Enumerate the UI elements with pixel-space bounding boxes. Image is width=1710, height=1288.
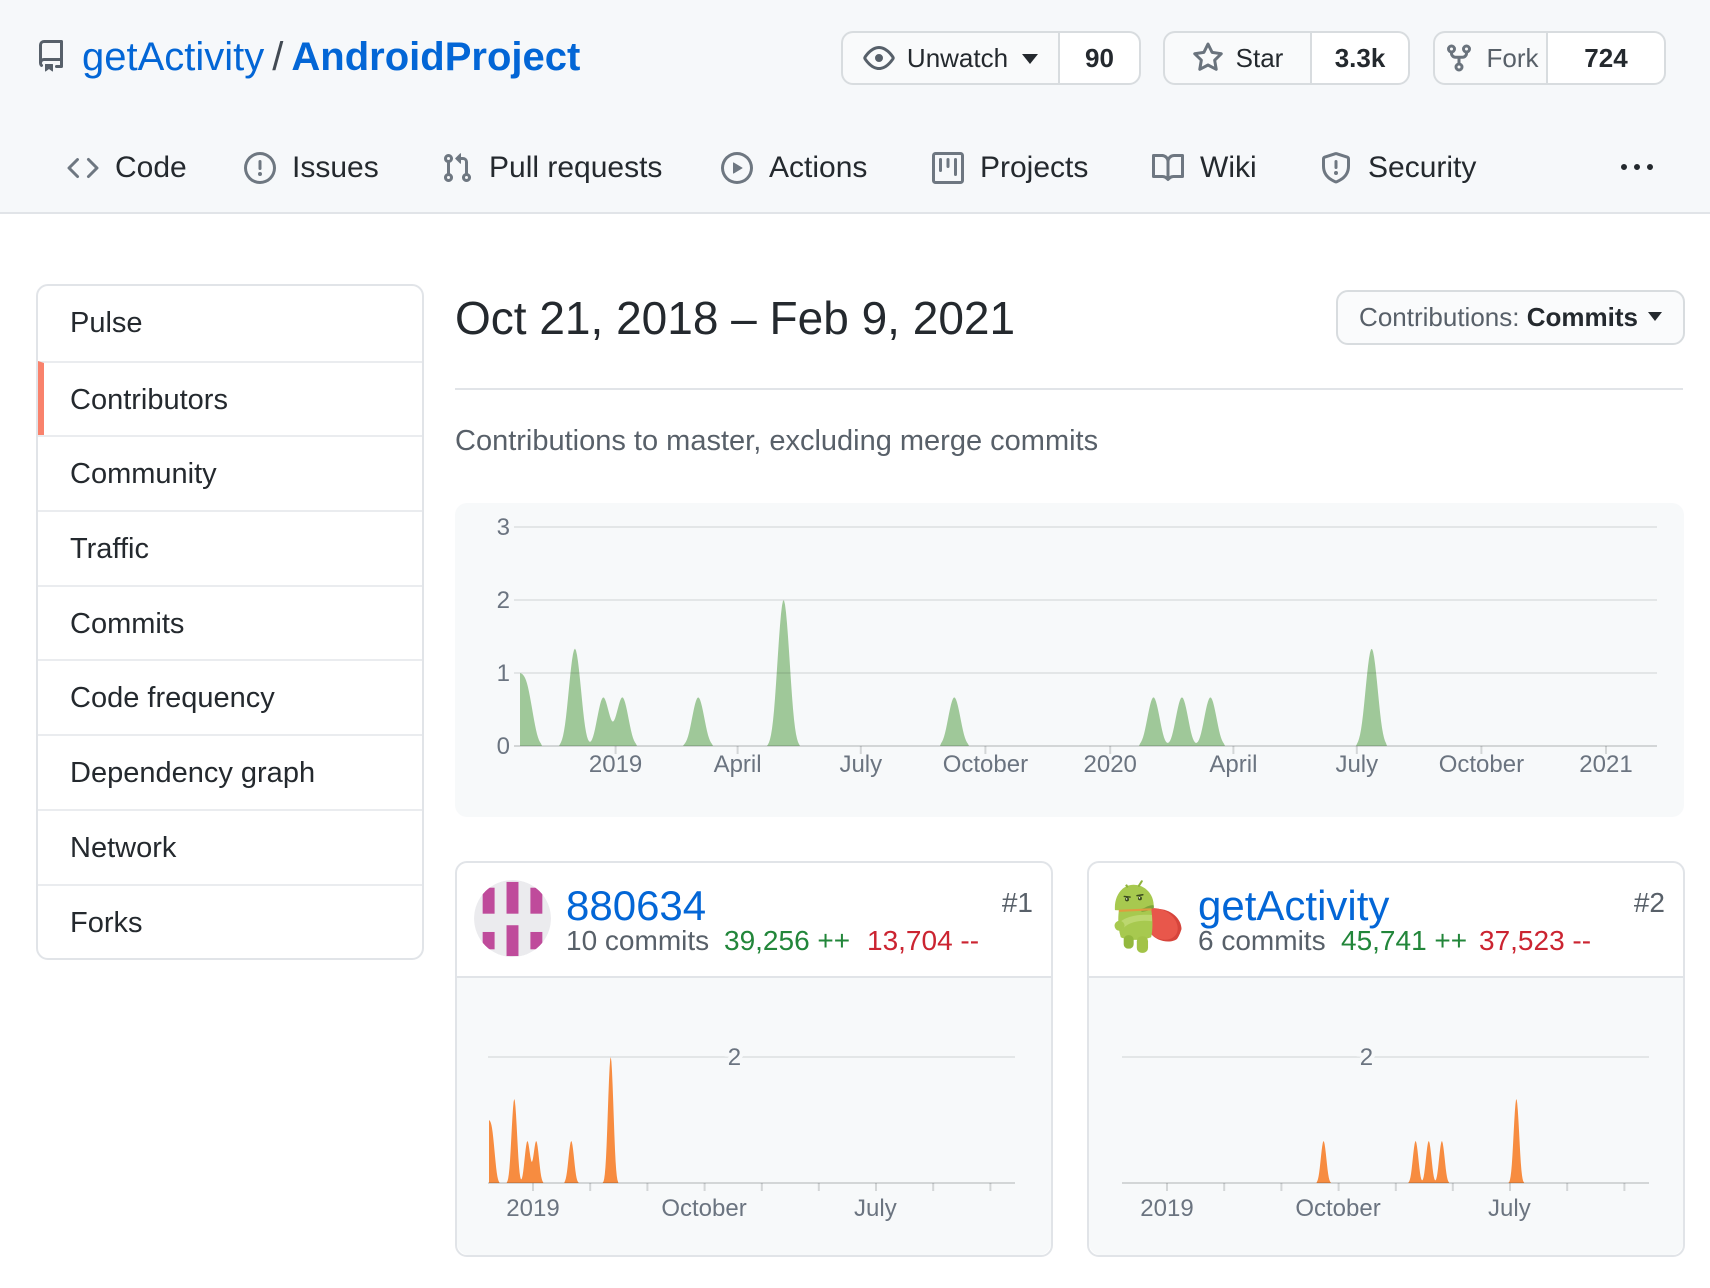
svg-text:July: July	[1488, 1195, 1531, 1222]
svg-text:2019: 2019	[589, 751, 642, 778]
svg-text:3: 3	[497, 514, 510, 541]
svg-text:2: 2	[497, 587, 510, 614]
svg-text:October: October	[943, 751, 1028, 778]
svg-text:2019: 2019	[506, 1195, 559, 1222]
svg-text:October: October	[1439, 751, 1524, 778]
svg-text:2021: 2021	[1579, 751, 1632, 778]
svg-text:July: July	[854, 1195, 897, 1222]
svg-text:April: April	[1209, 751, 1257, 778]
svg-text:July: July	[839, 751, 882, 778]
svg-text:2019: 2019	[1140, 1195, 1193, 1222]
svg-text:0: 0	[497, 733, 510, 760]
svg-text:1: 1	[497, 660, 510, 687]
svg-text:October: October	[1295, 1195, 1380, 1222]
svg-text:October: October	[661, 1195, 746, 1222]
svg-text:2: 2	[728, 1044, 741, 1071]
svg-text:July: July	[1335, 751, 1378, 778]
svg-text:April: April	[714, 751, 762, 778]
svg-text:2020: 2020	[1084, 751, 1137, 778]
svg-text:2: 2	[1360, 1044, 1373, 1071]
